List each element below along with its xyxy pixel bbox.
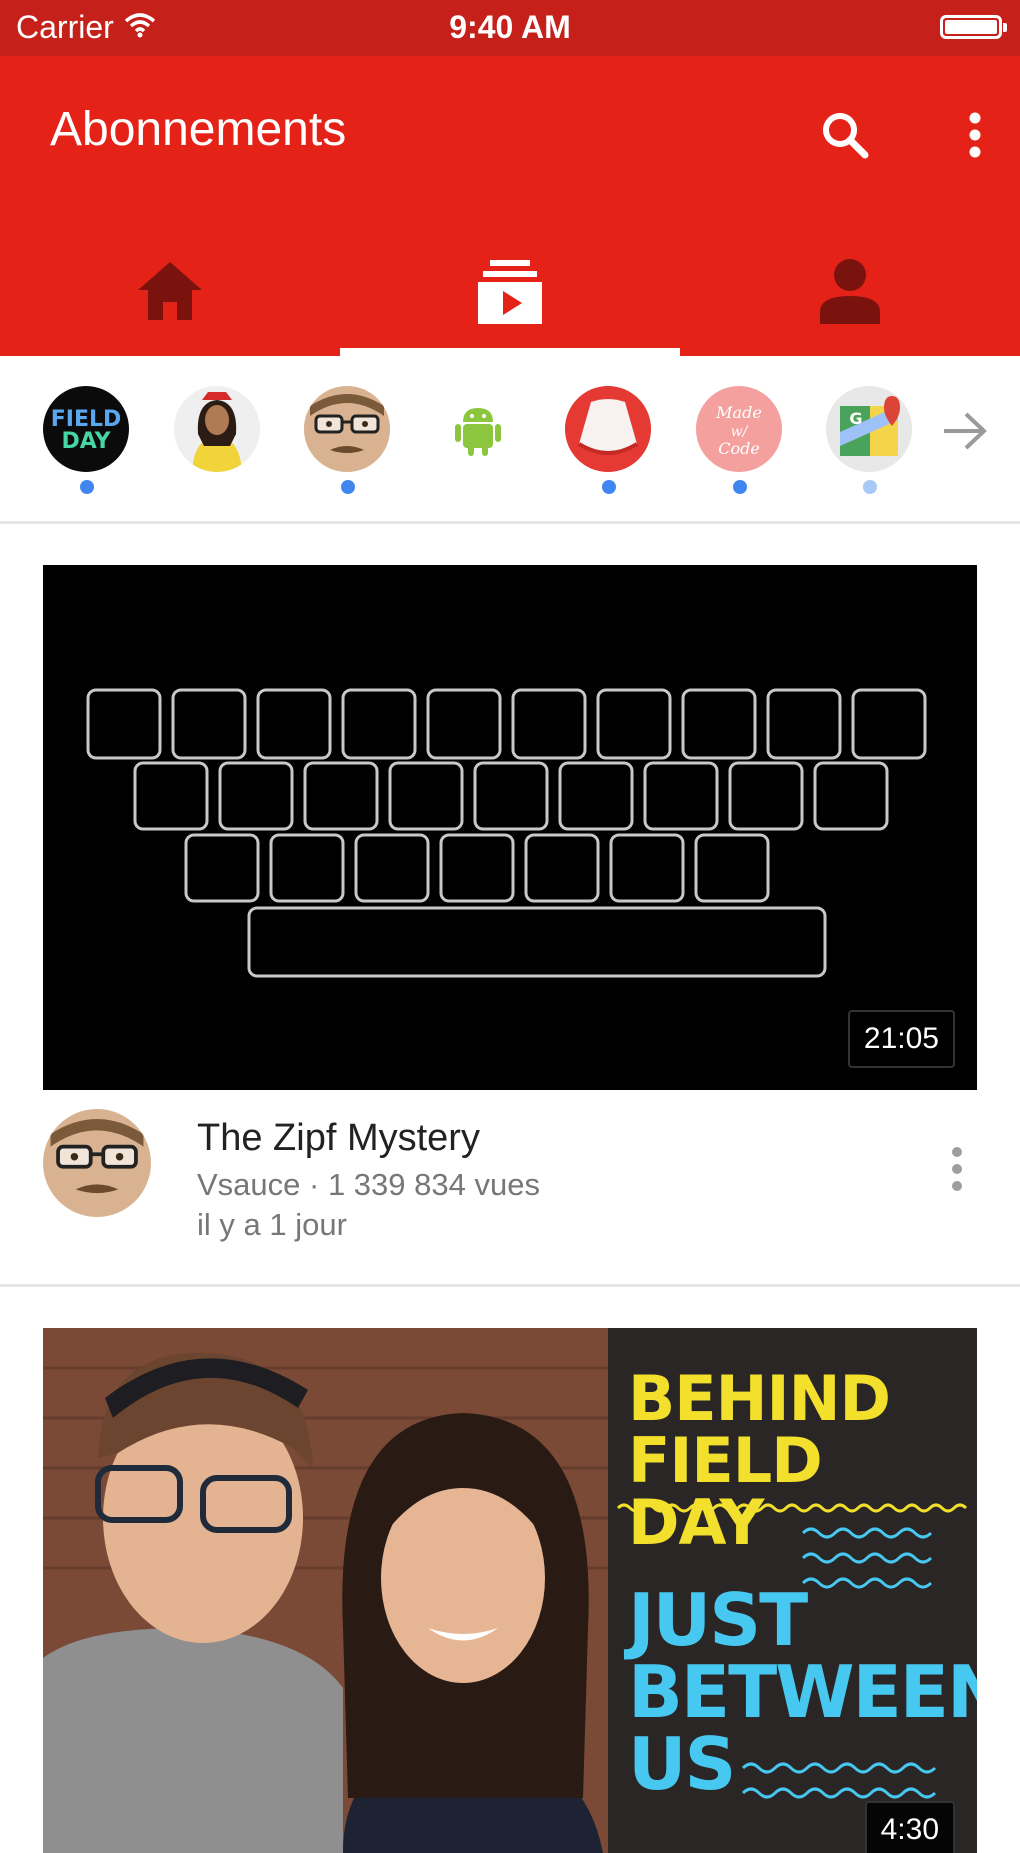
channel-strip: FIELD DAY Made w/ Code G bbox=[0, 356, 1020, 524]
behind-field-day-thumbnail[interactable]: BEHIND FIELD DAY JUST BETWEEN US 4:30 bbox=[43, 1328, 977, 1853]
poster-text: BEHIND FIELD DAY JUST BETWEEN US bbox=[628, 1362, 977, 1806]
search-button[interactable] bbox=[810, 100, 880, 170]
poster-line: FIELD DAY bbox=[628, 1424, 823, 1559]
video-channel-views: Vsauce · 1 339 834 vues bbox=[197, 1167, 540, 1202]
home-icon bbox=[138, 262, 202, 320]
svg-text:Made: Made bbox=[715, 403, 762, 422]
new-content-dot bbox=[80, 480, 94, 494]
channel-item[interactable] bbox=[174, 386, 262, 506]
vsauce-avatar bbox=[304, 386, 390, 472]
poster-line: US bbox=[628, 1722, 736, 1806]
google-maps-avatar: G bbox=[826, 386, 912, 472]
search-icon bbox=[823, 113, 869, 159]
tab-subscriptions[interactable] bbox=[340, 226, 680, 356]
video-age: il y a 1 jour bbox=[197, 1207, 347, 1242]
account-icon bbox=[820, 259, 880, 324]
svg-text:w/: w/ bbox=[731, 424, 749, 440]
new-content-dot bbox=[733, 480, 747, 494]
red-logo-avatar bbox=[565, 386, 651, 472]
tab-indicator bbox=[340, 348, 680, 356]
android-avatar bbox=[435, 386, 521, 472]
new-content-dot bbox=[341, 480, 355, 494]
channel-avatar[interactable] bbox=[43, 1109, 151, 1217]
woman-avatar bbox=[174, 386, 260, 472]
arrow-right-icon bbox=[944, 412, 987, 450]
video-card: 21:05 The Zipf Mystery Vsauce · 1 339 83… bbox=[0, 524, 1020, 1287]
svg-text:G: G bbox=[849, 409, 862, 428]
field-day-avatar: FIELD DAY bbox=[43, 386, 129, 472]
channel-item[interactable]: Made w/ Code bbox=[696, 386, 784, 506]
duration-badge: 4:30 bbox=[864, 1801, 955, 1853]
video-meta: The Zipf Mystery Vsauce · 1 339 834 vues… bbox=[43, 1109, 977, 1249]
poster-line: BEHIND bbox=[628, 1362, 891, 1435]
more-vertical-icon bbox=[969, 112, 981, 158]
channel-item[interactable] bbox=[304, 386, 392, 506]
made-with-code-avatar: Made w/ Code bbox=[696, 386, 782, 472]
status-bar: Carrier 9:40 AM bbox=[0, 0, 1020, 56]
tab-account[interactable] bbox=[680, 226, 1020, 356]
battery-icon bbox=[940, 15, 1007, 39]
more-options-button[interactable] bbox=[955, 100, 995, 170]
channel-item[interactable]: FIELD DAY bbox=[43, 386, 131, 506]
tab-home[interactable] bbox=[0, 226, 340, 356]
keyboard-thumbnail[interactable]: 21:05 bbox=[43, 565, 977, 1090]
more-vertical-icon bbox=[952, 1147, 962, 1191]
duration-badge: 21:05 bbox=[847, 1010, 955, 1068]
app-bar: Abonnements bbox=[0, 56, 1020, 356]
status-time: 9:40 AM bbox=[449, 9, 571, 45]
poster-line: JUST bbox=[628, 1578, 808, 1662]
video-title[interactable]: The Zipf Mystery bbox=[197, 1117, 480, 1160]
video-more-button[interactable] bbox=[937, 1139, 977, 1199]
new-content-dot bbox=[863, 480, 877, 494]
channel-item[interactable] bbox=[435, 386, 523, 506]
video-card: BEHIND FIELD DAY JUST BETWEEN US 4:30 bbox=[0, 1287, 1020, 1853]
channel-item[interactable]: G bbox=[826, 386, 914, 506]
poster-line: BETWEEN bbox=[628, 1650, 977, 1734]
channel-item[interactable] bbox=[565, 386, 653, 506]
channels-more-button[interactable] bbox=[935, 401, 995, 461]
new-content-dot bbox=[602, 480, 616, 494]
svg-text:Code: Code bbox=[718, 439, 760, 458]
page-title: Abonnements bbox=[50, 103, 347, 156]
subscriptions-icon bbox=[478, 260, 542, 324]
svg-text:DAY: DAY bbox=[61, 429, 111, 454]
